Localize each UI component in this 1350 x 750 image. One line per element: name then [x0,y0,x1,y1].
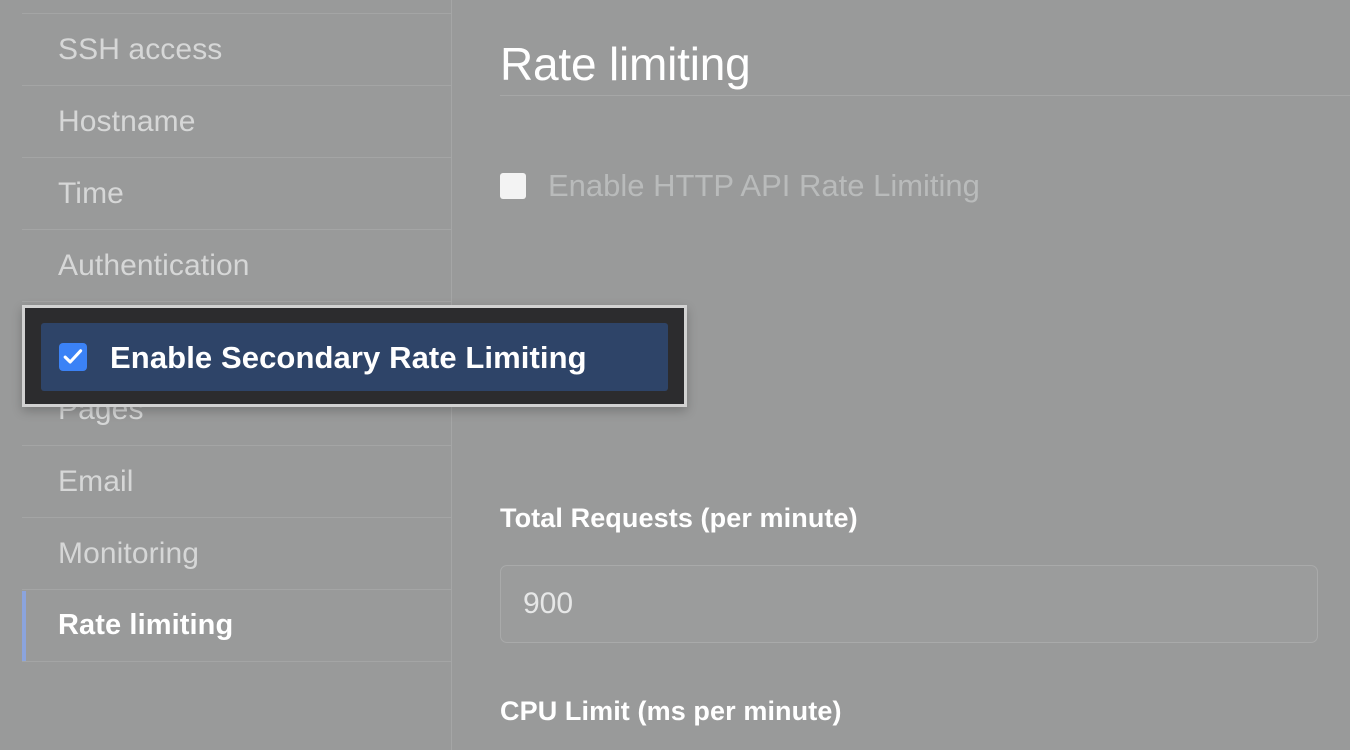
highlight-annotation-box: Enable Secondary Rate Limiting [22,305,687,407]
sidebar-item-label: Time [58,176,124,210]
title-divider [500,95,1350,96]
total-requests-label: Total Requests (per minute) [500,503,858,533]
checkbox-checked-icon[interactable] [59,343,87,371]
total-requests-input[interactable] [500,565,1318,643]
sidebar-item-monitoring[interactable]: Monitoring [22,517,452,589]
cpu-limit-label: CPU Limit (ms per minute) [500,696,842,726]
sidebar-item-authentication[interactable]: Authentication [22,229,452,301]
sidebar-item-label: Hostname [58,104,196,138]
checkbox-unchecked-icon[interactable] [500,172,526,199]
sidebar-item-label: SSH access [58,32,223,66]
sidebar-item-rate-limiting[interactable]: Rate limiting [22,589,452,662]
sidebar-item-label: Monitoring [58,536,200,570]
page-title: Rate limiting [500,37,751,90]
enable-secondary-rate-limiting-row[interactable]: Enable Secondary Rate Limiting [41,323,668,391]
active-accent-bar [22,591,26,662]
sidebar-item-label: Rate limiting [58,609,234,641]
settings-page: Password SSH access Hostname Time Authen… [0,0,1350,750]
sidebar-item-email[interactable]: Email [22,445,452,517]
sidebar-item-time[interactable]: Time [22,157,452,229]
sidebar-item-label: Email [58,464,134,498]
enable-http-api-rate-limiting-row[interactable]: Enable HTTP API Rate Limiting [500,170,980,201]
sidebar-item-next[interactable] [22,661,452,733]
sidebar-item-label: Authentication [58,248,250,282]
enable-http-api-rate-limiting-label: Enable HTTP API Rate Limiting [548,168,980,203]
sidebar-item-hostname[interactable]: Hostname [22,85,452,157]
sidebar-item-password[interactable]: Password [22,0,452,13]
enable-secondary-rate-limiting-label: Enable Secondary Rate Limiting [110,339,587,375]
sidebar-item-ssh-access[interactable]: SSH access [22,13,452,85]
